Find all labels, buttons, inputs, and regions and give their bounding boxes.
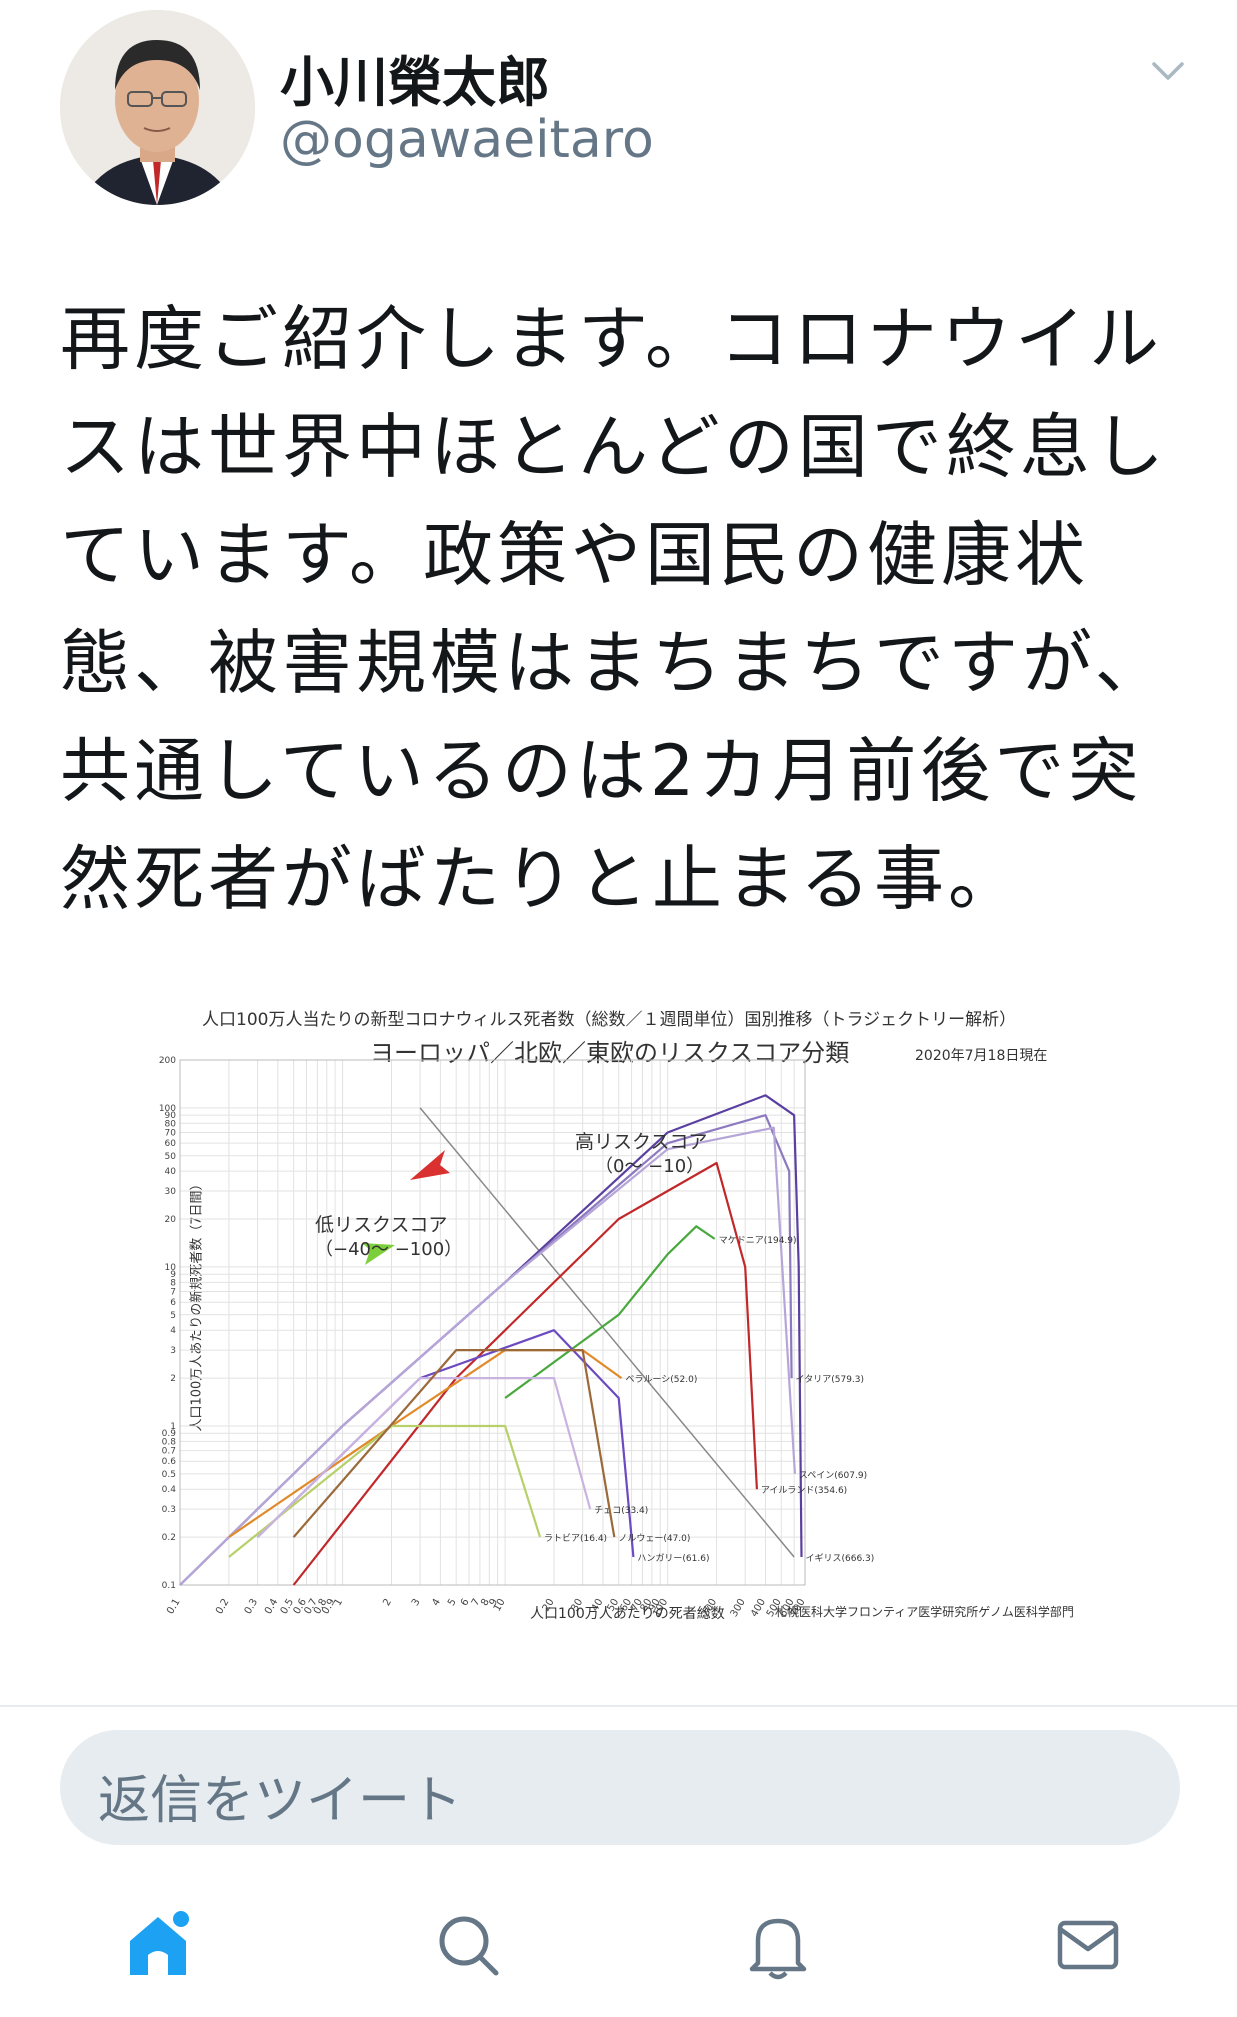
chart-xlabel: 人口100万人あたりの死者総数: [530, 1606, 725, 1622]
y-tick-label: 30: [165, 1187, 177, 1197]
high-risk-range: （0〜 −10）: [595, 1156, 705, 1177]
x-tick-label: 0.2: [214, 1597, 231, 1616]
y-tick-label: 0.7: [162, 1447, 176, 1457]
chart-plot: 0.1 0.2 0.3 0.40.50.60.70.80.91 2 3 4 5 678910 20…: [159, 1056, 874, 1619]
series-label: ノルウェー(47.0): [618, 1533, 690, 1544]
y-tick-label: 2: [170, 1374, 176, 1384]
series-label: チェコ(33.4): [594, 1505, 648, 1516]
series-label: アイルランド(354.6): [761, 1485, 847, 1496]
y-tick-label: 0.3: [162, 1505, 176, 1515]
y-tick-label: 0.2: [162, 1533, 176, 1543]
high-risk-arrow-icon: [410, 1150, 450, 1180]
divider: [0, 1705, 1237, 1707]
series-label: ハンガリー(61.6): [637, 1553, 709, 1564]
y-tick-label: 4: [170, 1326, 176, 1336]
x-tick-label: 300: [729, 1597, 748, 1619]
x-tick-label: 0.4: [263, 1597, 280, 1616]
low-risk-label: 低リスクスコア: [315, 1214, 448, 1236]
series-label: ベラルーシ(52.0): [625, 1374, 697, 1385]
x-tick-label: 400: [749, 1597, 768, 1619]
y-tick-label: 10: [165, 1263, 177, 1273]
y-tick-label: 200: [159, 1056, 176, 1066]
y-tick-label: 6: [170, 1298, 176, 1308]
series-line: [179, 1126, 796, 1586]
y-tick-label: 50: [165, 1152, 177, 1162]
y-tick-label: 5: [170, 1311, 176, 1321]
y-tick-label: 1: [170, 1422, 176, 1432]
display-name[interactable]: 小川榮太郎: [280, 38, 550, 117]
search-icon[interactable]: [428, 1905, 508, 1985]
reply-placeholder: 返信をツイート: [98, 1771, 463, 1831]
y-tick-label: 60: [165, 1139, 177, 1149]
series-label: ラトビア(16.4): [544, 1533, 607, 1544]
y-tick-label: 0.4: [162, 1485, 177, 1495]
reply-input[interactable]: 返信をツイート: [60, 1730, 1180, 1845]
x-tick-label: 4: [430, 1597, 443, 1608]
user-handle[interactable]: @ogawaeitaro: [280, 110, 654, 170]
bottom-tab-bar: [0, 1885, 1237, 2017]
y-tick-label: 3: [170, 1346, 176, 1356]
tweet-image-chart[interactable]: 人口100万人当たりの新型コロナウィルス死者数（総数／１週間単位）国別推移（トラ…: [140, 995, 1080, 1625]
series-line: [256, 1329, 635, 1558]
y-tick-label: 40: [165, 1167, 177, 1177]
y-tick-label: 70: [165, 1129, 177, 1139]
chevron-down-icon[interactable]: [1148, 56, 1188, 86]
series-label: スペイン(607.9): [799, 1471, 867, 1481]
x-tick-label: 0.3: [243, 1597, 260, 1616]
home-icon[interactable]: [118, 1905, 198, 1985]
y-tick-label: 7: [170, 1288, 176, 1298]
messages-icon[interactable]: [1048, 1905, 1128, 1985]
high-risk-label: 高リスクスコア: [575, 1131, 708, 1153]
y-tick-label: 0.5: [162, 1470, 176, 1480]
tweet-header: 小川榮太郎 @ogawaeitaro: [0, 0, 1237, 230]
series-line: [256, 1377, 592, 1538]
y-tick-label: 0.1: [162, 1581, 176, 1591]
x-tick-label: 5: [446, 1597, 459, 1608]
low-risk-range: （−40〜 −100）: [315, 1239, 463, 1260]
y-tick-label: 20: [165, 1215, 177, 1225]
x-tick-label: 3: [410, 1597, 423, 1608]
y-tick-label: 0.6: [162, 1457, 177, 1467]
chart-credit: 札幌医科大学フロンティア医学研究所ゲノム医科学部門: [775, 1605, 1074, 1619]
x-tick-label: 0.1: [165, 1597, 182, 1616]
series-label: マケドニア(194.9): [719, 1235, 797, 1246]
series-label: イギリス(666.3): [805, 1553, 874, 1564]
avatar[interactable]: [60, 10, 255, 205]
tweet-text: 再度ご紹介します。コロナウイルスは世界中ほとんどの国で終息しています。政策や国民…: [60, 298, 1169, 920]
notifications-icon[interactable]: [738, 1905, 818, 1985]
y-tick-label: 100: [159, 1104, 176, 1114]
series-label: イタリア(579.3): [796, 1374, 864, 1385]
x-tick-label: 2: [381, 1597, 394, 1608]
